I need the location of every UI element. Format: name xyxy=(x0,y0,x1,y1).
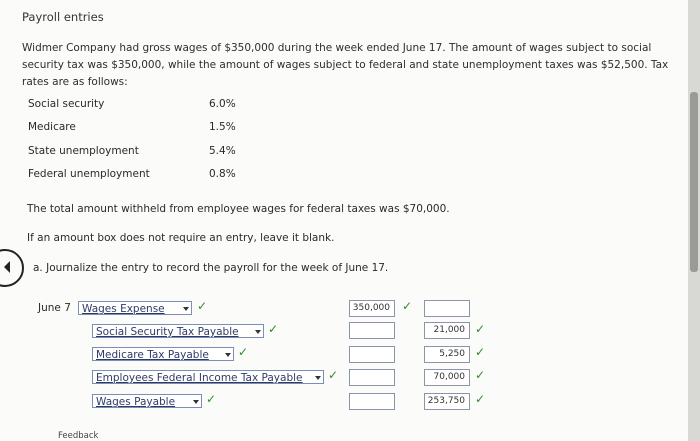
instruction-text: If an amount box does not require an ent… xyxy=(27,232,335,244)
check-icon: ✓ xyxy=(475,345,486,359)
check-icon: ✓ xyxy=(475,368,486,382)
check-icon: ✓ xyxy=(238,345,249,359)
debit-input[interactable] xyxy=(349,369,395,386)
check-icon: ✓ xyxy=(475,322,486,336)
check-icon: ✓ xyxy=(206,392,217,406)
debit-input[interactable]: 350,000 xyxy=(349,300,395,317)
credit-input[interactable]: 253,750 xyxy=(424,393,470,410)
account-name: Employees Federal Income Tax Payable xyxy=(96,372,303,384)
credit-input[interactable] xyxy=(424,300,470,317)
check-icon: ✓ xyxy=(197,299,208,313)
check-icon: ✓ xyxy=(475,392,486,406)
content-page: Payroll entries Widmer Company had gross… xyxy=(0,0,688,441)
account-select[interactable]: Employees Federal Income Tax Payable xyxy=(92,370,324,384)
withheld-text: The total amount withheld from employee … xyxy=(27,203,450,215)
rate-value: 6.0% xyxy=(209,98,236,110)
credit-input[interactable]: 70,000 xyxy=(424,369,470,386)
account-name: Wages Expense xyxy=(82,303,165,315)
scrollbar-thumb[interactable] xyxy=(690,92,698,272)
chevron-down-icon xyxy=(193,400,199,404)
account-name: Social Security Tax Payable xyxy=(96,326,239,338)
account-select[interactable]: Wages Payable xyxy=(92,394,202,408)
entry-date: June 7 xyxy=(38,302,71,314)
rate-name: Social security xyxy=(28,98,105,110)
account-select[interactable]: Medicare Tax Payable xyxy=(92,347,234,361)
chevron-down-icon xyxy=(315,376,321,380)
account-name: Wages Payable xyxy=(96,396,176,408)
account-select[interactable]: Social Security Tax Payable xyxy=(92,324,264,338)
check-icon: ✓ xyxy=(268,322,279,336)
chevron-down-icon xyxy=(183,307,189,311)
chevron-down-icon xyxy=(255,330,261,334)
problem-description: Widmer Company had gross wages of $350,0… xyxy=(22,42,669,88)
rate-value: 5.4% xyxy=(209,145,236,157)
check-icon: ✓ xyxy=(328,368,339,382)
credit-input[interactable]: 21,000 xyxy=(424,322,470,339)
chevron-down-icon xyxy=(225,353,231,357)
check-icon: ✓ xyxy=(402,299,413,313)
part-a-prompt: a. Journalize the entry to record the pa… xyxy=(33,262,389,274)
rate-value: 1.5% xyxy=(209,121,236,133)
feedback-label[interactable]: Feedback xyxy=(58,431,98,441)
rate-name: Federal unemployment xyxy=(28,168,150,180)
rate-name: Medicare xyxy=(28,121,76,133)
debit-input[interactable] xyxy=(349,346,395,363)
rate-value: 0.8% xyxy=(209,168,236,180)
debit-input[interactable] xyxy=(349,393,395,410)
account-name: Medicare Tax Payable xyxy=(96,349,209,361)
question-pointer-icon[interactable] xyxy=(0,249,24,287)
credit-input[interactable]: 5,250 xyxy=(424,346,470,363)
page-title: Payroll entries xyxy=(22,10,104,24)
debit-input[interactable] xyxy=(349,322,395,339)
rate-name: State unemployment xyxy=(28,145,139,157)
account-select[interactable]: Wages Expense xyxy=(78,301,192,315)
